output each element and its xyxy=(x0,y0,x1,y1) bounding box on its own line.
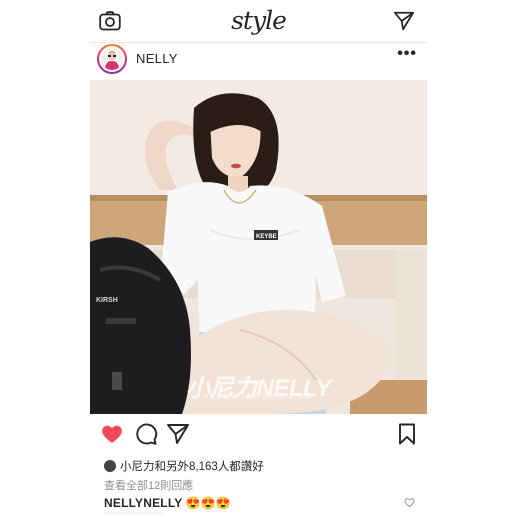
watermark-sub: NELLY.TAOBAO.COM xyxy=(202,392,314,401)
share-icon[interactable] xyxy=(166,422,190,446)
comment-like-icon[interactable] xyxy=(404,497,415,508)
bag-print: KIRSH xyxy=(96,297,118,304)
app-logo: style xyxy=(231,6,287,35)
caption-username[interactable]: NELLYNELLY xyxy=(104,496,182,510)
bookmark-icon[interactable] xyxy=(395,422,419,446)
comment-icon[interactable] xyxy=(134,422,158,446)
shirt-print: KEYBE xyxy=(256,234,277,240)
next-comment-fragment xyxy=(104,512,164,517)
more-icon[interactable]: ••• xyxy=(397,45,417,63)
send-icon[interactable] xyxy=(393,10,415,32)
top-bar: style xyxy=(90,0,427,43)
avatar[interactable] xyxy=(97,44,127,74)
likes-text[interactable]: 小尼力和另外8,163人都讚好 xyxy=(120,461,264,473)
post-username[interactable]: NELLY xyxy=(136,51,178,66)
post-photo[interactable]: KEYBE KIRSH 小尼力NELLY NELLY.TAOBAO.COM xyxy=(90,80,427,414)
photo-illustration: KEYBE KIRSH xyxy=(90,80,427,414)
caption: NELLYNELLY 😍😍😍 xyxy=(104,496,231,510)
view-comments-link[interactable]: 查看全部12則回應 xyxy=(104,477,193,493)
instagram-feed-frame: style NELLY ••• KEYBE KIRSH 小尼力NELLY NEL… xyxy=(90,0,427,517)
action-bar xyxy=(90,420,427,448)
caption-emoji: 😍😍😍 xyxy=(185,496,231,510)
liker-avatar xyxy=(104,460,116,472)
post-header: NELLY ••• xyxy=(90,42,427,80)
heart-icon[interactable] xyxy=(100,422,124,446)
likes-line[interactable]: 小尼力和另外8,163人都讚好 xyxy=(104,458,264,474)
